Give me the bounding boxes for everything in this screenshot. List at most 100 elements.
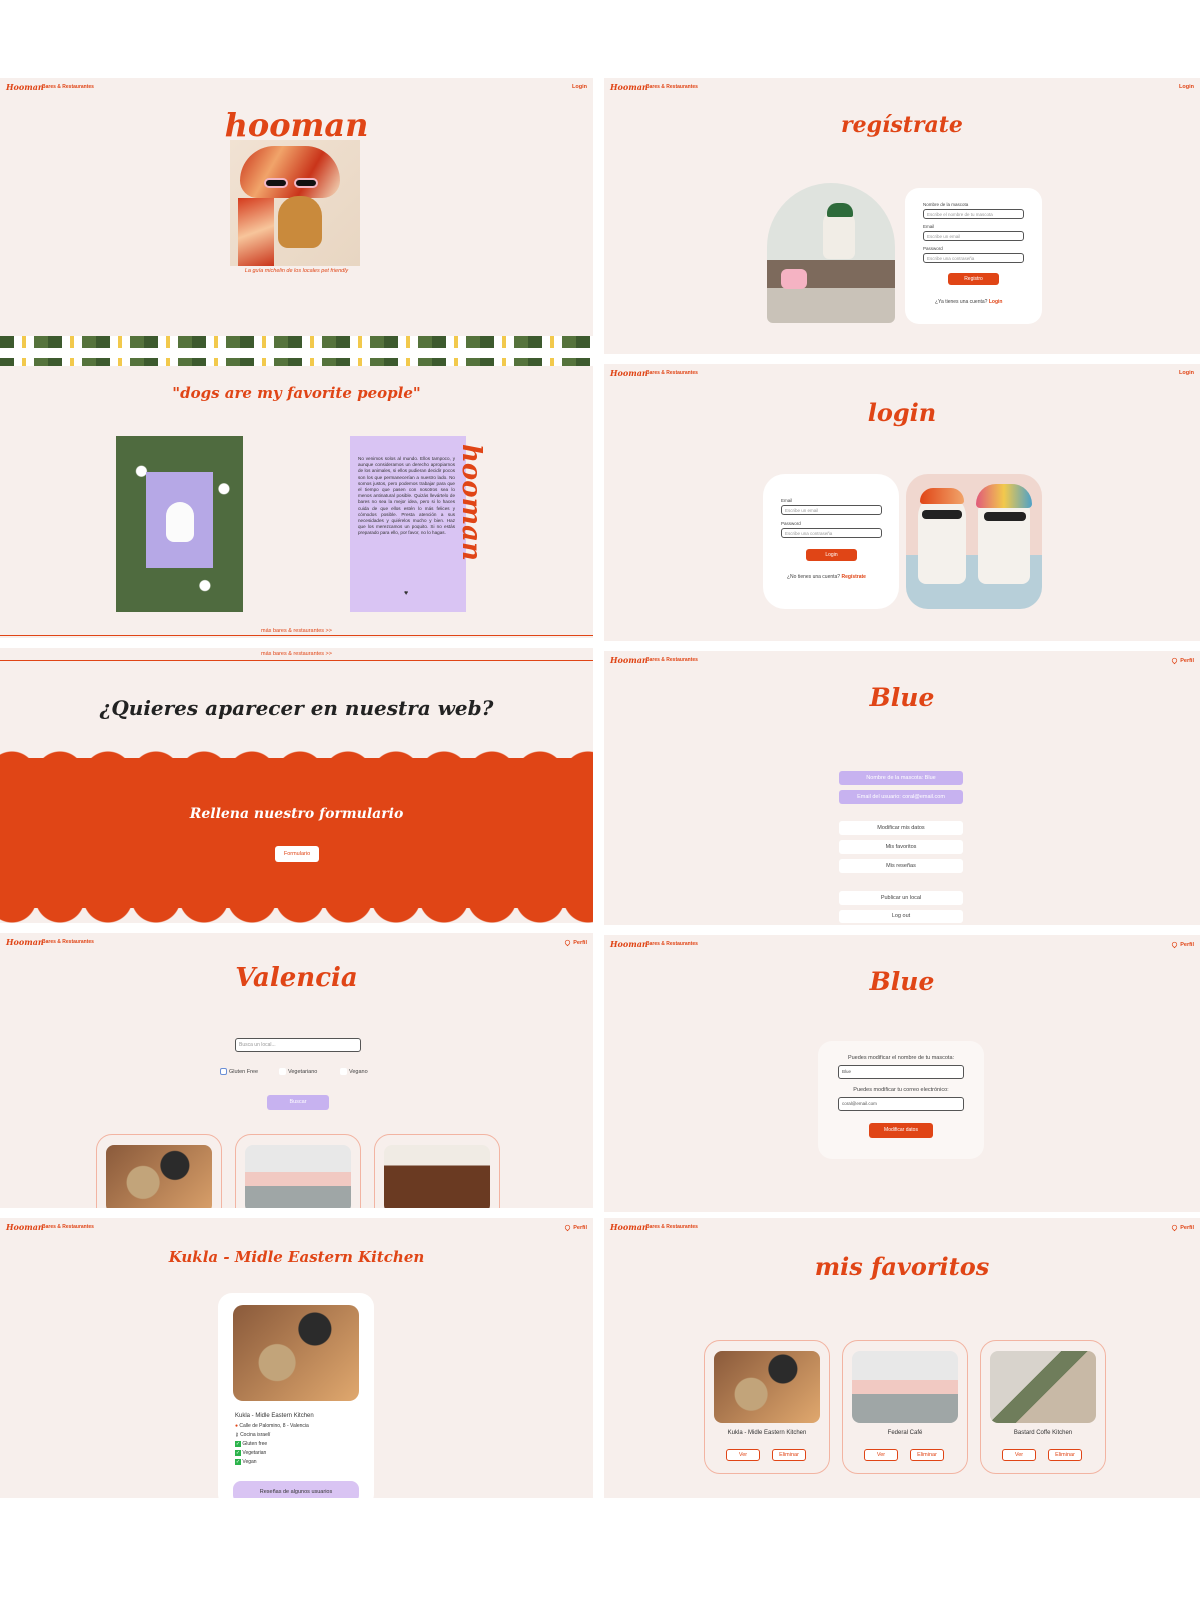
profile-link[interactable]: Perfil: [1171, 940, 1194, 949]
profile-label: Perfil: [1180, 941, 1194, 948]
cta-scallop-band: [0, 758, 593, 908]
heart-icon: [1171, 656, 1179, 665]
checkbox-icon[interactable]: [340, 1068, 347, 1075]
cta-subtitle: Rellena nuestro formulario: [189, 806, 404, 822]
email-label: Email: [923, 224, 935, 229]
logo[interactable]: Hooman: [610, 82, 648, 92]
divider: [0, 635, 593, 636]
search-input[interactable]: Busca un local...: [235, 1038, 361, 1052]
restaurant-card[interactable]: [235, 1134, 361, 1208]
edit-data-button[interactable]: Modificar mis datos: [839, 821, 963, 835]
logo[interactable]: Hooman: [610, 1222, 648, 1232]
password-label: Password: [923, 246, 943, 251]
quote-body: No venimos solos al mundo. Ellos tampoco…: [358, 456, 455, 536]
delete-button[interactable]: Eliminar: [1048, 1449, 1082, 1461]
restaurant-photo: [990, 1351, 1096, 1423]
password-input[interactable]: Escribe una contraseña: [923, 253, 1024, 263]
modify-button[interactable]: Modificar datos: [869, 1123, 933, 1138]
view-button[interactable]: Ver: [864, 1449, 898, 1461]
register-title: regístrate: [841, 112, 963, 138]
register-prompt: ¿No tienes una cuenta? Regístrate: [787, 574, 866, 580]
restaurant-photo: [233, 1305, 359, 1401]
restaurant-name: Bastard Coffe Kitchen: [1013, 1430, 1073, 1436]
daisies-strip-top: [0, 358, 593, 366]
favorites-button[interactable]: Mis favoritos: [839, 840, 963, 854]
pet-name-input[interactable]: Escribe el nombre de tu mascota: [923, 209, 1024, 219]
logout-button[interactable]: Log out: [839, 910, 963, 923]
cta-question: ¿Quieres aparecer en nuestra web?: [99, 696, 494, 720]
email-input[interactable]: coral@email.com: [838, 1097, 964, 1111]
login-link[interactable]: Login: [572, 84, 587, 90]
register-link[interactable]: Regístrate: [841, 574, 865, 580]
nav-subtitle[interactable]: Bares & Restaurantes: [646, 84, 698, 90]
nav-subtitle[interactable]: Bares & Restaurantes: [646, 1224, 698, 1230]
checkbox-icon[interactable]: [220, 1068, 227, 1075]
more-restaurants-link[interactable]: más bares & restaurantes >>: [0, 628, 593, 634]
form-button[interactable]: Formulario: [275, 846, 319, 862]
two-dogs-photo: [906, 474, 1042, 609]
nav-subtitle[interactable]: Bares & Restaurantes: [646, 657, 698, 663]
home-tagline: La guía michelin de los locales pet frie…: [244, 268, 349, 274]
profile-link[interactable]: Perfil: [564, 1223, 587, 1232]
email-input[interactable]: Escribe un email: [781, 505, 882, 515]
nav-subtitle[interactable]: Bares & Restaurantes: [42, 939, 94, 945]
quote-side-word: hooman: [456, 444, 486, 561]
restaurant-card[interactable]: [374, 1134, 500, 1208]
nav-subtitle[interactable]: Bares & Restaurantes: [646, 370, 698, 376]
filter-label: Gluten Free: [229, 1068, 259, 1075]
login-link[interactable]: Login: [1179, 370, 1194, 376]
delete-button[interactable]: Eliminar: [772, 1449, 806, 1461]
login-button[interactable]: Login: [806, 549, 857, 561]
logo[interactable]: Hooman: [6, 82, 44, 92]
restaurant-name: Kukla - Midle Eastern Kitchen: [235, 1413, 314, 1419]
filter-vegano[interactable]: Vegano: [340, 1068, 368, 1075]
publish-button[interactable]: Publicar un local: [839, 891, 963, 905]
login-link[interactable]: Login: [1179, 84, 1194, 90]
home-panel: Hooman Bares & Restaurantes Login hooman…: [0, 78, 593, 348]
detail-card: Kukla - Midle Eastern Kitchen ● Calle de…: [218, 1293, 374, 1498]
view-button[interactable]: Ver: [1002, 1449, 1036, 1461]
logo[interactable]: Hooman: [610, 368, 648, 378]
check-icon: ✓: [235, 1450, 241, 1456]
login-link[interactable]: Login: [989, 299, 1003, 305]
quote-card: No venimos solos al mundo. Ellos tampoco…: [350, 436, 466, 612]
tag-text: Gluten free: [242, 1441, 268, 1447]
reviews-button[interactable]: Mis reseñas: [839, 859, 963, 873]
filter-vegetariano[interactable]: Vegetariano: [279, 1068, 317, 1075]
search-button[interactable]: Buscar: [267, 1095, 329, 1110]
logo[interactable]: Hooman: [6, 937, 44, 947]
scallop-bottom: [0, 898, 593, 923]
password-input[interactable]: Escribe una contraseña: [781, 528, 882, 538]
profile-link[interactable]: Perfil: [564, 938, 587, 947]
address-text: Calle de Palomino, 8 - Valencia: [239, 1423, 309, 1429]
pet-name-input[interactable]: Blue: [838, 1065, 964, 1079]
nav-subtitle[interactable]: Bares & Restaurantes: [42, 84, 94, 90]
delete-button[interactable]: Eliminar: [910, 1449, 944, 1461]
more-restaurants-link-top[interactable]: más bares & restaurantes >>: [0, 651, 593, 657]
email-input[interactable]: Escribe un email: [923, 231, 1024, 241]
tag-text: Vegan: [242, 1459, 257, 1465]
view-button[interactable]: Ver: [726, 1449, 760, 1461]
restaurant-photo: [245, 1145, 351, 1208]
profile-link[interactable]: Perfil: [1171, 1223, 1194, 1232]
profile-link[interactable]: Perfil: [1171, 656, 1194, 665]
logo[interactable]: Hooman: [610, 939, 648, 949]
logo[interactable]: Hooman: [610, 655, 648, 665]
city-panel: Hooman Bares & Restaurantes Perfil Valen…: [0, 933, 593, 1208]
logo[interactable]: Hooman: [6, 1222, 44, 1232]
restaurant-card[interactable]: [96, 1134, 222, 1208]
heart-icon: [1171, 1223, 1179, 1232]
nav-subtitle[interactable]: Bares & Restaurantes: [42, 1224, 94, 1230]
navbar: Hooman Bares & Restaurantes Perfil: [0, 1218, 593, 1236]
restaurant-cuisine: ⚷ Cocina israelí: [235, 1432, 270, 1438]
login-panel: Hooman Bares & Restaurantes Login login …: [604, 364, 1200, 641]
checkbox-icon[interactable]: [279, 1068, 286, 1075]
profile-label: Perfil: [573, 939, 587, 946]
filter-gluten-free[interactable]: Gluten Free: [220, 1068, 258, 1075]
home-title: hooman: [224, 106, 369, 144]
reviews-button[interactable]: Reseñas de algunos usuarios: [233, 1481, 359, 1498]
filter-label: Vegetariano: [288, 1068, 318, 1075]
register-button[interactable]: Registro: [948, 273, 999, 285]
name-label: Puedes modificar el nombre de tu mascota…: [847, 1055, 955, 1061]
nav-subtitle[interactable]: Bares & Restaurantes: [646, 941, 698, 947]
